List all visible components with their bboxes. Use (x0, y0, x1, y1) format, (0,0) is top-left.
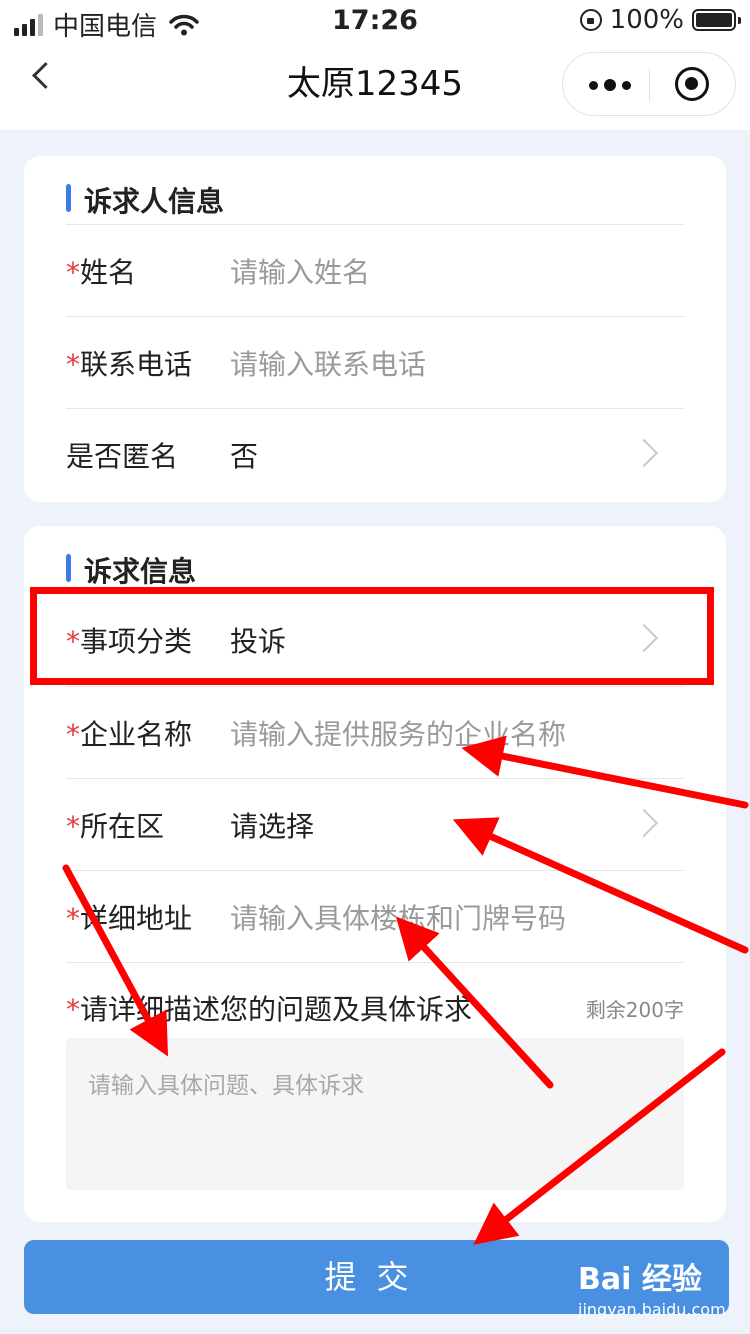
name-input[interactable]: 请输入姓名 (230, 251, 370, 291)
section-title-requester: 诉求人信息 (66, 180, 224, 220)
name-row[interactable]: *姓名 请输入姓名 (66, 224, 684, 316)
address-label: *详细地址 (66, 902, 193, 935)
divider (66, 962, 684, 963)
watermark-brand: Bai 经验 (578, 1262, 702, 1297)
company-input[interactable]: 请输入提供服务的企业名称 (230, 713, 566, 753)
address-row[interactable]: *详细地址 请输入具体楼栋和门牌号码 (66, 870, 684, 962)
highlight-box (30, 587, 714, 685)
district-row[interactable]: *所在区 请选择 (66, 778, 684, 870)
company-label: *企业名称 (66, 718, 193, 751)
close-miniprogram-icon[interactable] (675, 67, 709, 101)
phone-label: *联系电话 (66, 348, 193, 381)
district-label: *所在区 (66, 810, 165, 843)
address-input[interactable]: 请输入具体楼栋和门牌号码 (230, 897, 566, 937)
capsule-divider (649, 69, 650, 101)
district-value[interactable]: 请选择 (230, 805, 314, 845)
watermark-url: jingyan.baidu.com (578, 1300, 726, 1319)
chevron-right-icon (629, 808, 659, 838)
requester-info-card: 诉求人信息 *姓名 请输入姓名 *联系电话 请输入联系电话 是否匿名 否 (24, 156, 726, 502)
anonymous-value[interactable]: 否 (230, 435, 258, 475)
anonymous-label: 是否匿名 (66, 440, 179, 473)
status-right: 100% (579, 5, 741, 35)
baidu-jingyan-watermark: Bai 经验 jingyan.baidu.com (578, 1254, 738, 1326)
description-label: *请详细描述您的问题及具体诉求 (66, 993, 473, 1026)
more-icon[interactable] (589, 79, 631, 91)
miniprogram-capsule (562, 52, 736, 116)
company-row[interactable]: *企业名称 请输入提供服务的企业名称 (66, 686, 684, 778)
phone-input[interactable]: 请输入联系电话 (230, 343, 426, 383)
description-placeholder: 请输入具体问题、具体诉求 (88, 1073, 364, 1099)
name-label: *姓名 (66, 256, 137, 289)
chevron-right-icon (629, 438, 659, 468)
orientation-lock-icon (579, 9, 602, 31)
phone-row[interactable]: *联系电话 请输入联系电话 (66, 316, 684, 408)
nav-bar: 太原12345 (0, 40, 750, 130)
status-bar: 中国电信 17:26 100% (0, 0, 750, 42)
anonymous-row[interactable]: 是否匿名 否 (66, 408, 684, 500)
battery-icon (692, 9, 741, 31)
battery-percent: 100% (609, 5, 684, 35)
remaining-count: 剩余200字 (585, 998, 684, 1022)
description-textarea[interactable]: 请输入具体问题、具体诉求 (66, 1038, 684, 1190)
section-title-appeal: 诉求信息 (66, 550, 196, 590)
